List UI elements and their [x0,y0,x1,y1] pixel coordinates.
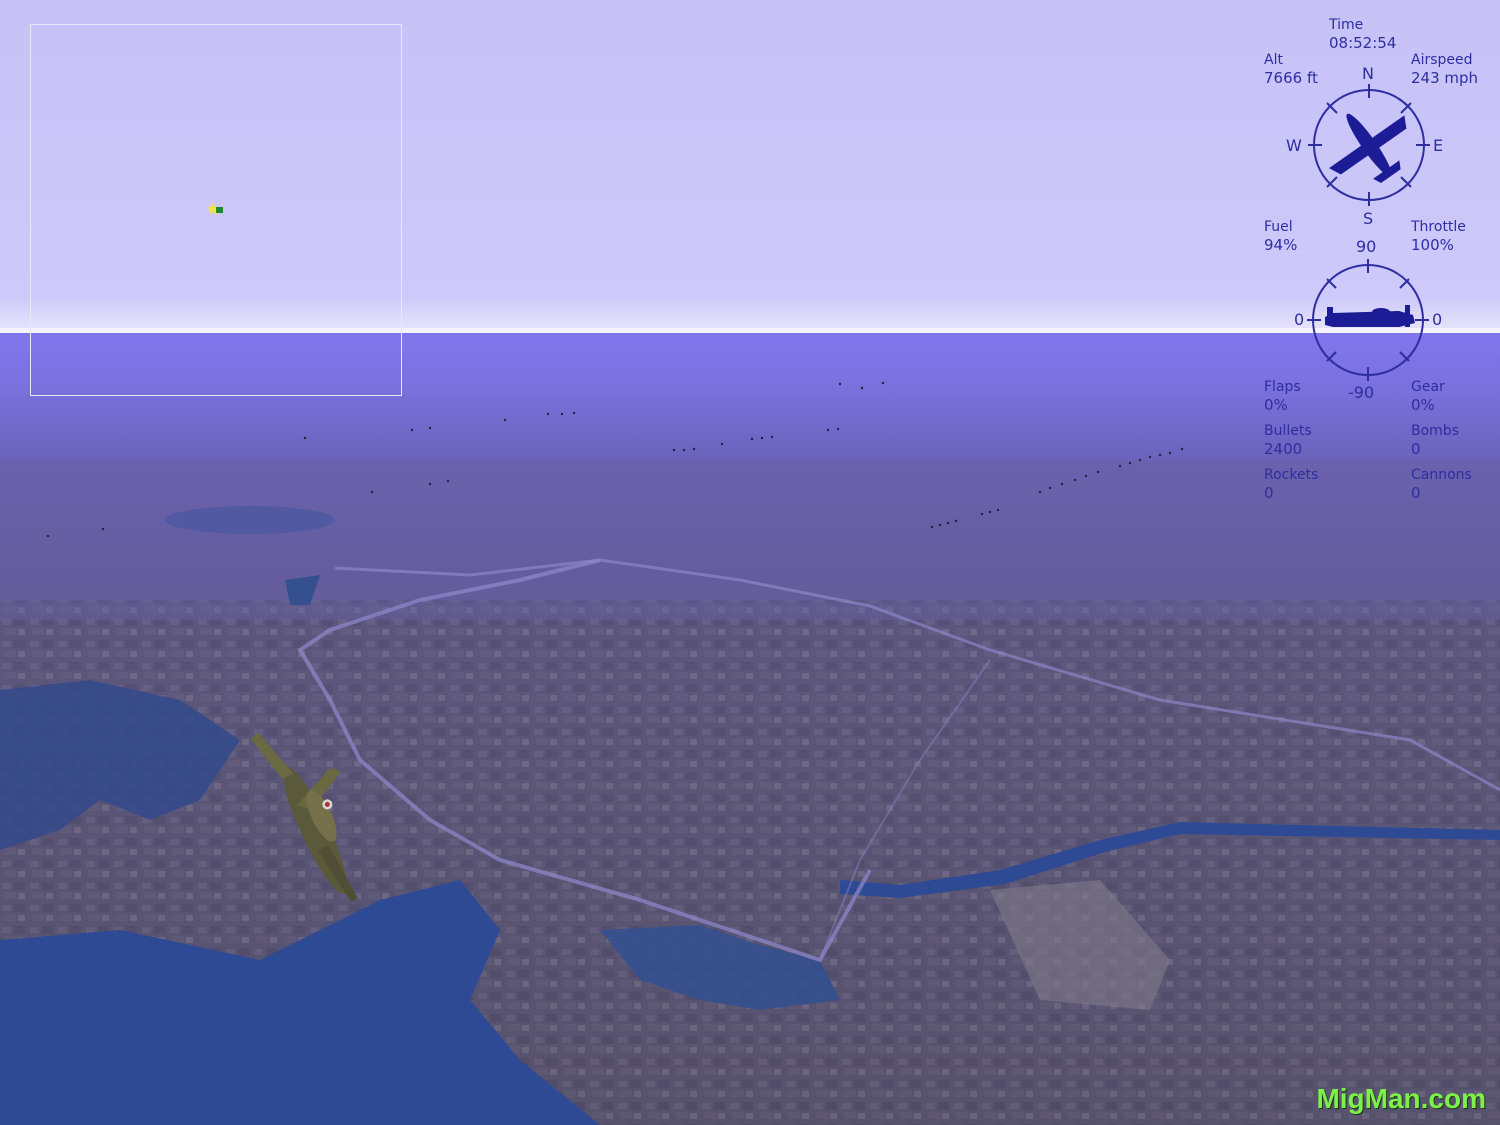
throttle-label: Throttle [1411,219,1466,235]
compass-w: W [1286,136,1302,155]
aircraft-pitch-icon [1325,305,1415,327]
gear-label: Gear [1411,379,1445,395]
gear-value: 0% [1411,396,1435,414]
bombs-label: Bombs [1411,423,1459,439]
flaps-label: Flaps [1264,379,1301,395]
player-marker-icon [207,202,223,215]
pitch-top-label: 90 [1356,237,1377,256]
minimap [30,24,402,396]
fuel-label: Fuel [1264,219,1293,235]
watermark: MigMan.com [1316,1083,1486,1114]
time-label: Time [1329,17,1364,33]
cannons-label: Cannons [1411,467,1472,483]
time-value: 08:52:54 [1329,34,1397,52]
bullets-label: Bullets [1264,423,1312,439]
rockets-label: Rockets [1264,467,1319,483]
pitch-bottom-label: -90 [1348,383,1375,402]
compass-icon [1308,84,1430,206]
compass-s: S [1363,209,1374,228]
rockets-value: 0 [1264,484,1274,502]
bullets-value: 2400 [1264,440,1303,458]
pitch-left-label: 0 [1294,310,1305,329]
cannons-value: 0 [1411,484,1421,502]
alt-label: Alt [1264,52,1283,68]
flaps-value: 0% [1264,396,1288,414]
pitch-right-label: 0 [1432,310,1443,329]
airspeed-label: Airspeed [1411,52,1473,68]
pitch-indicator [1307,259,1429,381]
bombs-value: 0 [1411,440,1421,458]
compass-e: E [1433,136,1444,155]
throttle-value: 100% [1411,236,1454,254]
fuel-value: 94% [1264,236,1298,254]
compass-n: N [1362,64,1374,83]
